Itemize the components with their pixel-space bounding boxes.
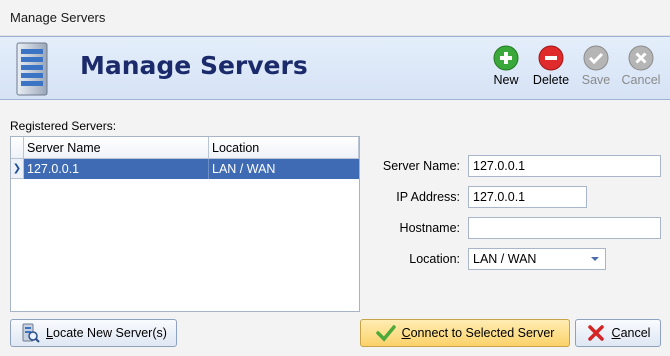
connect-button-label: Connect to Selected Server — [401, 326, 555, 340]
table-row[interactable]: ❯ 127.0.0.1 LAN / WAN — [11, 159, 359, 179]
window-title: Manage Servers — [10, 10, 106, 25]
cancel-label: Cancel — [621, 73, 661, 87]
cancel-button-label: Cancel — [611, 326, 651, 340]
minus-icon — [538, 45, 564, 71]
plus-icon — [493, 45, 519, 71]
header-banner: Manage Servers New Delete Save Cancel — [0, 36, 670, 100]
checkmark-icon — [375, 325, 396, 342]
registered-servers-label: Registered Servers: — [10, 119, 117, 133]
column-header-location[interactable]: Location — [209, 137, 359, 159]
locate-new-servers-button[interactable]: Locate New Server(s) — [10, 319, 177, 347]
location-label: Location: — [409, 252, 460, 266]
cell-server-name[interactable]: 127.0.0.1 — [24, 159, 209, 179]
grid-header: Server Name Location — [11, 137, 359, 159]
ip-address-input[interactable]: 127.0.0.1 — [468, 186, 587, 208]
cancel-button[interactable]: Cancel — [575, 319, 661, 347]
location-dropdown[interactable]: LAN / WAN — [468, 248, 606, 270]
title-bar: Manage Servers — [0, 0, 670, 36]
delete-button[interactable]: Delete — [529, 45, 573, 95]
connect-button[interactable]: Connect to Selected Server — [360, 319, 570, 347]
red-x-icon — [587, 325, 604, 341]
new-label: New — [493, 73, 519, 87]
locate-server-icon — [22, 323, 40, 343]
new-button[interactable]: New — [484, 45, 528, 95]
page-title: Manage Servers — [80, 51, 308, 80]
close-icon — [628, 45, 654, 71]
column-header-server-name[interactable]: Server Name — [24, 137, 209, 159]
server-name-label: Server Name: — [382, 159, 460, 173]
delete-label: Delete — [532, 73, 570, 87]
cell-location[interactable]: LAN / WAN — [209, 159, 359, 179]
servers-grid[interactable]: Server Name Location ❯ 127.0.0.1 LAN / W… — [10, 136, 360, 312]
save-label: Save — [581, 73, 611, 87]
ip-address-label: IP Address: — [396, 190, 460, 204]
chevron-down-icon — [591, 257, 599, 261]
locate-button-label: Locate New Server(s) — [46, 326, 167, 340]
server-name-input[interactable]: 127.0.0.1 — [468, 155, 661, 177]
server-icon — [16, 42, 48, 96]
location-value: LAN / WAN — [473, 252, 537, 266]
cancel-toolbar-button[interactable]: Cancel — [619, 45, 663, 95]
hostname-label: Hostname: — [399, 221, 460, 235]
row-indicator-icon: ❯ — [11, 159, 24, 179]
check-icon — [583, 45, 609, 71]
header-indicator-cell — [11, 137, 24, 159]
hostname-input[interactable] — [468, 217, 661, 239]
save-button[interactable]: Save — [574, 45, 618, 95]
